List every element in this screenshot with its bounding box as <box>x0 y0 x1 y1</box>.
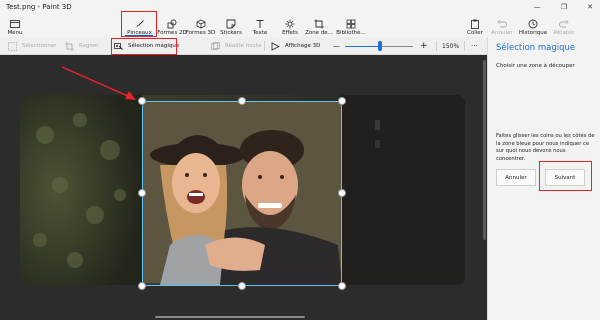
vertical-scrollbar[interactable] <box>483 60 486 240</box>
panel-title: Sélection magique <box>496 43 576 53</box>
paint3d-window: Test.png - Paint 3D — ❐ ✕ Menu Pinceaux … <box>0 0 600 320</box>
annotation-highlight-next <box>539 161 592 191</box>
horizontal-scrollbar[interactable] <box>155 316 305 318</box>
panel-subtitle: Choisir une zone à découper <box>496 63 575 69</box>
panel-description: Faites glisser les coins ou les côtés de… <box>496 133 595 162</box>
cancel-button[interactable]: Annuler <box>496 169 536 186</box>
